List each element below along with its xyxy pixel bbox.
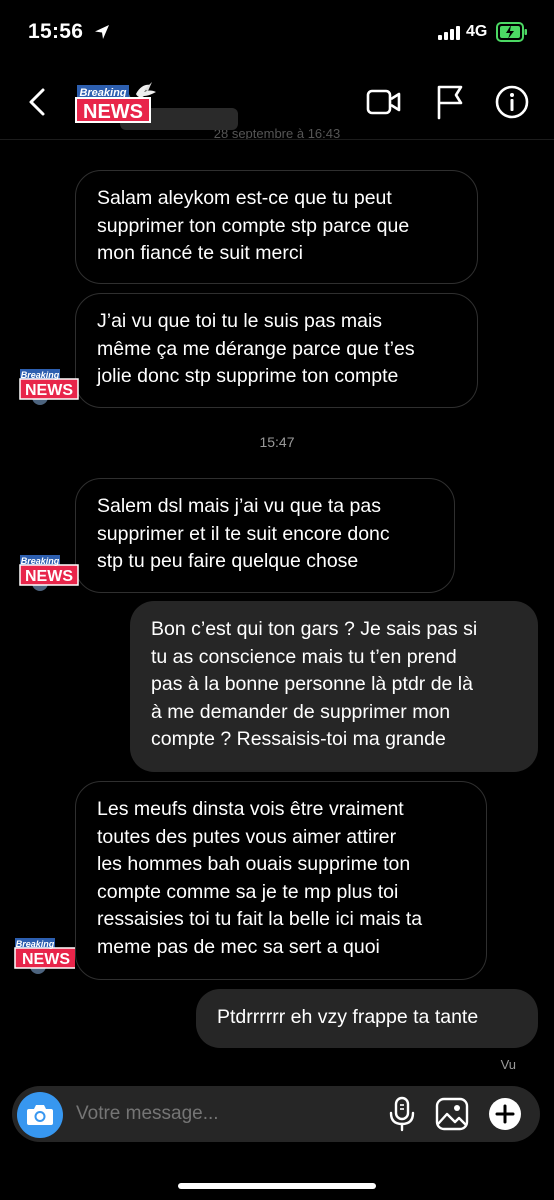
info-icon[interactable]	[494, 84, 530, 120]
received-message[interactable]: Les meufs dinsta vois être vraiment tout…	[75, 781, 487, 980]
received-message[interactable]: J’ai vu que toi tu le suis pas mais même…	[75, 293, 478, 408]
camera-icon	[27, 1105, 53, 1125]
seen-indicator: Vu	[500, 1057, 516, 1072]
avatar-breaking-text: Breaking	[79, 87, 126, 99]
flag-icon[interactable]	[434, 84, 466, 120]
message-timestamp: 15:47	[259, 434, 295, 450]
battery-charging-icon	[496, 22, 527, 42]
back-arrow-icon[interactable]	[24, 86, 52, 118]
svg-text:NEWS: NEWS	[25, 568, 73, 585]
microphone-icon[interactable]	[388, 1096, 416, 1132]
received-message[interactable]: Salam aleykom est-ce que tu peut supprim…	[75, 170, 478, 284]
svg-text:Breaking: Breaking	[16, 939, 55, 949]
sender-avatar[interactable]: Breaking NEWS	[18, 553, 80, 593]
svg-text:NEWS: NEWS	[25, 382, 73, 399]
add-button[interactable]	[489, 1098, 521, 1130]
home-indicator[interactable]	[178, 1183, 376, 1189]
header-avatar[interactable]: Breaking NEWS	[72, 80, 164, 130]
gallery-icon[interactable]	[434, 1096, 470, 1132]
sent-message[interactable]: Bon c’est qui ton gars ? Je sais pas si …	[130, 601, 538, 772]
header-divider	[0, 139, 554, 140]
message-input[interactable]	[76, 1096, 376, 1132]
sender-avatar[interactable]: Breaking NEWS	[13, 936, 75, 976]
video-call-icon[interactable]	[366, 88, 402, 116]
camera-button[interactable]	[17, 1092, 63, 1138]
plus-icon	[495, 1104, 515, 1124]
sender-avatar[interactable]: Breaking NEWS	[18, 367, 80, 407]
avatar-news-text: NEWS	[83, 101, 143, 123]
dove-icon	[136, 82, 156, 98]
svg-text:NEWS: NEWS	[22, 951, 70, 968]
received-message[interactable]: Salem dsl mais j’ai vu que ta pas suppri…	[75, 478, 455, 593]
svg-text:Breaking: Breaking	[21, 370, 60, 380]
sent-message[interactable]: Ptdrrrrrr eh vzy frappe ta tante	[196, 989, 538, 1048]
status-time: 15:56	[28, 20, 84, 43]
location-arrow-icon	[95, 25, 109, 39]
svg-text:Breaking: Breaking	[21, 556, 60, 566]
network-type: 4G	[466, 23, 488, 40]
signal-icon	[438, 26, 460, 40]
